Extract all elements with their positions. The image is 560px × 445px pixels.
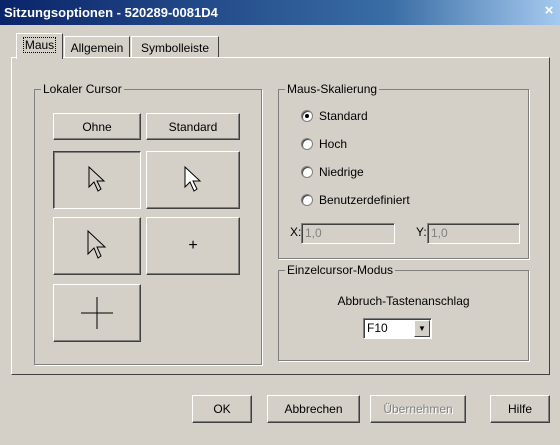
arrow-large-cursor-icon	[87, 230, 107, 259]
apply-button-label: Übernehmen	[383, 402, 453, 416]
maus-panel: Lokaler Cursor Ohne Standard + Maus-Skal…	[11, 57, 550, 375]
apply-button[interactable]: Übernehmen	[370, 395, 466, 423]
radio-icon	[301, 138, 313, 150]
cancel-button[interactable]: Abbrechen	[267, 395, 360, 423]
x-label: X:	[290, 225, 302, 239]
scaling-radio-benutzerdefiniert[interactable]: Benutzerdefiniert	[301, 192, 410, 208]
y-label: Y:	[416, 225, 427, 239]
mouse-scaling-group: Maus-Skalierung Standard Hoch Niedrige B…	[278, 82, 529, 259]
arrow-outline-cursor-icon	[88, 166, 106, 192]
single-cursor-legend: Einzelcursor-Modus	[285, 263, 396, 277]
tab-symbolleiste-label: Symbolleiste	[140, 41, 210, 55]
large-crosshair-icon	[81, 297, 113, 329]
cursor-option-arrow-white[interactable]	[146, 151, 240, 209]
window-title: Sitzungsoptionen - 520289-0081D4	[4, 5, 218, 20]
local-cursor-group: Lokaler Cursor Ohne Standard +	[34, 82, 262, 365]
cursor-option-arrow-outline[interactable]	[53, 151, 141, 209]
arrow-white-cursor-icon	[184, 166, 202, 192]
chevron-down-icon[interactable]: ▼	[414, 320, 430, 337]
radio-selected-icon	[301, 110, 313, 122]
standard-cursor-button[interactable]: Standard	[146, 113, 240, 140]
x-scale-field[interactable]: 1,0	[301, 223, 395, 244]
scaling-radio-hoch-label: Hoch	[319, 137, 348, 151]
single-cursor-group: Einzelcursor-Modus Abbruch-Tastenanschla…	[278, 263, 529, 361]
help-button[interactable]: Hilfe	[490, 395, 550, 423]
cursor-option-large-crosshair[interactable]	[53, 284, 141, 342]
radio-icon	[301, 194, 313, 206]
scaling-radio-standard-label: Standard	[319, 109, 368, 123]
ohne-button[interactable]: Ohne	[53, 113, 141, 140]
cursor-option-small-crosshair[interactable]: +	[146, 217, 240, 275]
help-button-label: Hilfe	[507, 402, 532, 416]
standard-cursor-button-label: Standard	[168, 119, 218, 134]
local-cursor-legend: Lokaler Cursor	[41, 82, 124, 96]
tab-allgemein-label: Allgemein	[70, 41, 124, 55]
ok-button-label: OK	[213, 402, 231, 416]
scaling-radio-benutzerdefiniert-label: Benutzerdefiniert	[319, 193, 410, 207]
scaling-radio-niedrige-label: Niedrige	[319, 165, 364, 179]
small-crosshair-icon: +	[188, 237, 198, 254]
scaling-radio-standard[interactable]: Standard	[301, 108, 368, 124]
tab-maus[interactable]: Maus	[16, 33, 63, 59]
tab-allgemein[interactable]: Allgemein	[64, 36, 130, 58]
abort-key-select[interactable]: F10 ▼	[363, 318, 432, 339]
abort-key-value: F10	[367, 321, 388, 335]
close-icon[interactable]: ×	[541, 3, 557, 18]
title-bar: Sitzungsoptionen - 520289-0081D4 ×	[0, 0, 560, 25]
y-scale-field[interactable]: 1,0	[427, 223, 520, 244]
tab-maus-label: Maus	[22, 37, 57, 53]
abort-key-label: Abbruch-Tastenanschlag	[337, 294, 470, 308]
scaling-radio-niedrige[interactable]: Niedrige	[301, 164, 364, 180]
ohne-button-label: Ohne	[82, 119, 112, 134]
cancel-button-label: Abbrechen	[284, 402, 343, 416]
cursor-option-arrow-large[interactable]	[53, 217, 141, 275]
mouse-scaling-legend: Maus-Skalierung	[285, 82, 380, 96]
ok-button[interactable]: OK	[192, 395, 252, 423]
radio-icon	[301, 166, 313, 178]
tab-symbolleiste[interactable]: Symbolleiste	[131, 36, 219, 58]
scaling-radio-hoch[interactable]: Hoch	[301, 136, 347, 152]
